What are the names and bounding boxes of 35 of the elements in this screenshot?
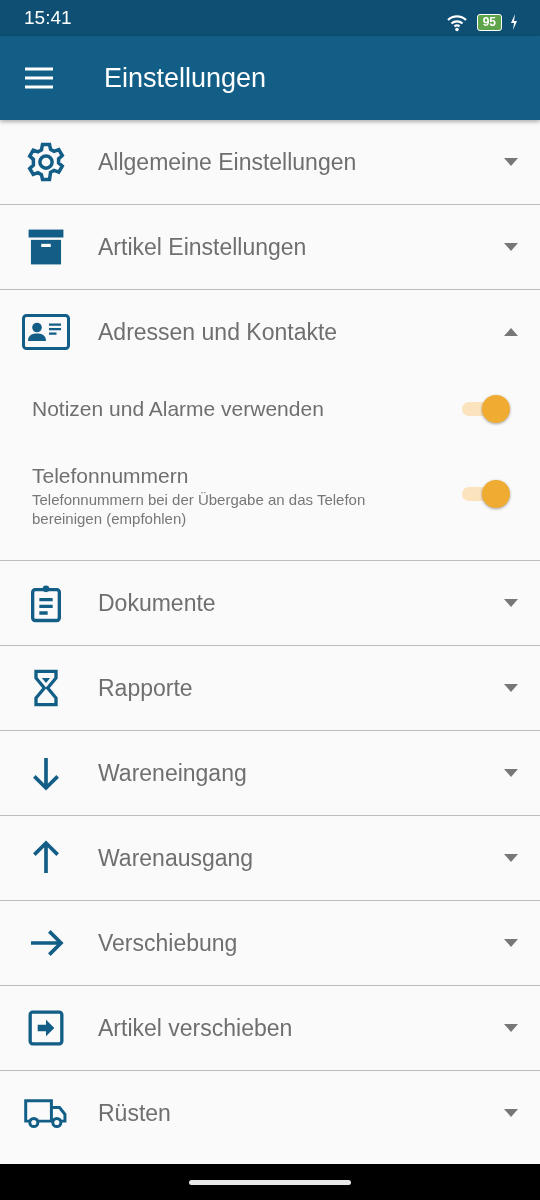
section-header[interactable]: Adressen und Kontakte — [0, 290, 540, 374]
menu-button[interactable] — [24, 67, 54, 89]
section-header[interactable]: Artikel verschieben — [0, 986, 540, 1070]
clock-time: 15:41 — [24, 5, 72, 30]
app-title: Einstellungen — [104, 61, 267, 95]
gear-icon — [25, 141, 67, 183]
section-header[interactable]: Verschiebung — [0, 901, 540, 985]
menu-icon — [24, 67, 54, 89]
section-header[interactable]: Warenausgang — [0, 816, 540, 900]
setting-title: Notizen und Alarme verwenden — [32, 396, 325, 423]
caret-icon — [504, 684, 518, 692]
caret-icon — [504, 939, 518, 947]
section-header[interactable]: Allgemeine Einstellungen — [0, 120, 540, 204]
caret-icon — [504, 243, 518, 251]
caret-icon — [504, 158, 518, 166]
caret-icon — [504, 328, 518, 336]
caret-icon — [504, 1024, 518, 1032]
section-header[interactable]: Rüsten — [0, 1071, 540, 1155]
caret-icon — [504, 854, 518, 862]
archive-box-icon — [27, 228, 65, 266]
setting-title: Telefonnummern — [32, 462, 190, 489]
truck-icon — [23, 1096, 69, 1130]
arrow-in-square-icon — [26, 1008, 66, 1048]
section-header[interactable]: Rapporte — [0, 646, 540, 730]
home-indicator[interactable] — [189, 1179, 351, 1185]
section-header[interactable]: Artikel Einstellungen — [0, 205, 540, 289]
battery-level: 95 — [476, 13, 502, 31]
caret-icon — [504, 1109, 518, 1117]
caret-icon — [504, 769, 518, 777]
charging-icon — [510, 14, 518, 30]
section-header[interactable]: Dokumente — [0, 561, 540, 645]
contact-card-icon — [22, 314, 70, 350]
setting-description: Telefonnummern bei der Übergabe an das Telefon bereinigen (empfohlen) — [32, 491, 367, 529]
caret-icon — [504, 599, 518, 607]
section-header[interactable]: Wareneingang — [0, 731, 540, 815]
